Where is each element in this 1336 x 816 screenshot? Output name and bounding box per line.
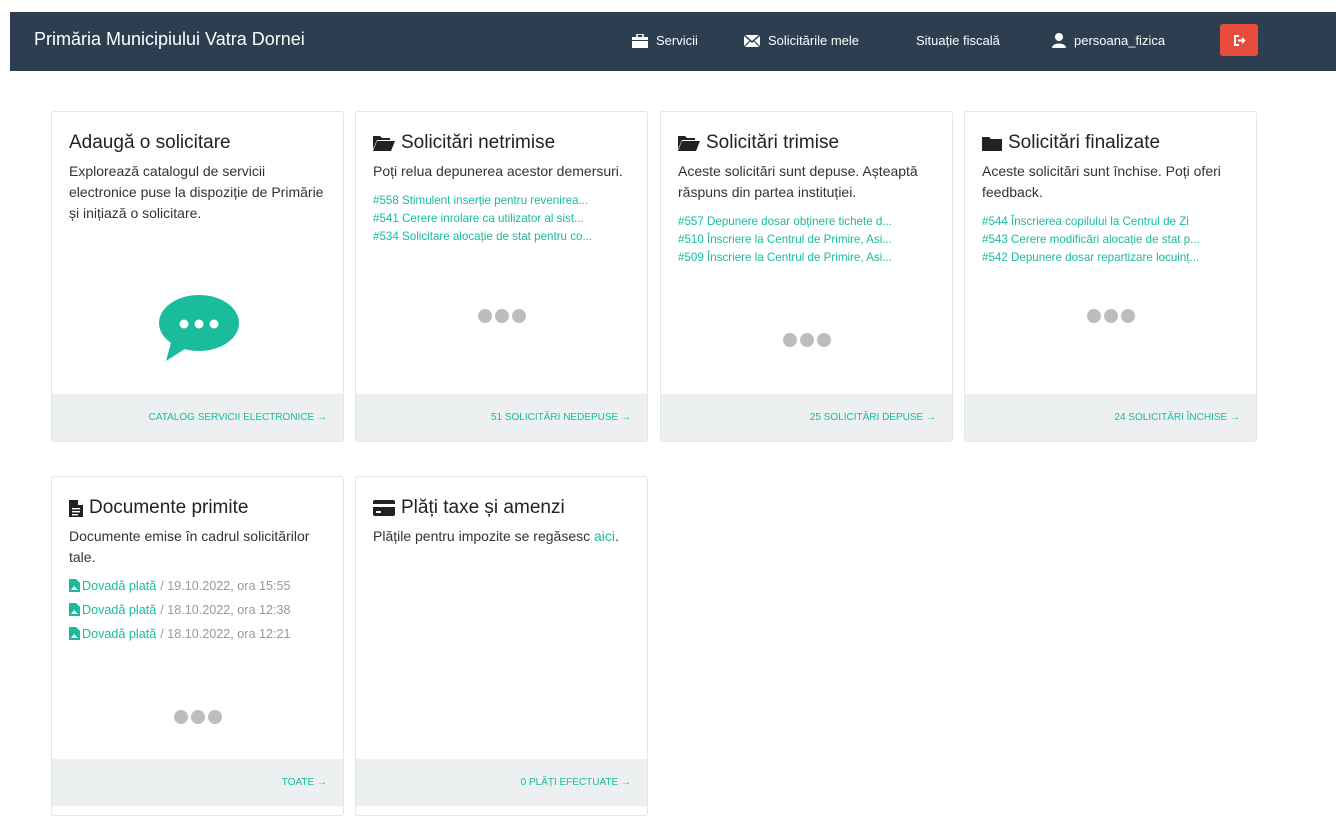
card-title: Adaugă o solicitare xyxy=(69,132,231,153)
document-date: / 19.10.2022, ora 15:55 xyxy=(160,579,291,593)
document-date: / 18.10.2022, ora 12:38 xyxy=(160,603,291,617)
card-closed-requests: Solicitări finalizate Aceste solicitări … xyxy=(964,111,1257,442)
card-payments: Plăți taxe și amenzi Plățile pentru impo… xyxy=(355,476,648,816)
unsent-requests-link[interactable]: 51 solicitări nedepuse → xyxy=(356,394,647,441)
document-row: Dovadă plată / 18.10.2022, ora 12:21 xyxy=(69,626,329,650)
card-description: Documente emise în cadrul solicitărilor … xyxy=(69,528,310,565)
document-row: Dovadă plată / 18.10.2022, ora 12:38 xyxy=(69,602,329,626)
brand-title[interactable]: Primăria Municipiului Vatra Dornei xyxy=(34,12,305,67)
nav-my-requests-label: Solicitările mele xyxy=(768,33,860,48)
document-link[interactable]: Dovadă plată xyxy=(82,626,156,642)
payments-link[interactable]: 0 plăți efectuate → xyxy=(356,759,647,806)
file-image-icon xyxy=(69,603,80,616)
catalog-link[interactable]: Catalog servicii electronice → xyxy=(52,394,343,441)
briefcase-icon xyxy=(632,33,648,48)
card-sent-requests: Solicitări trimise Aceste solicitări sun… xyxy=(660,111,953,442)
request-link[interactable]: #542 Depunere dosar repartizare locuinț.… xyxy=(982,249,1242,267)
chat-bubble-icon xyxy=(159,295,239,361)
envelope-icon xyxy=(744,34,760,47)
all-documents-link[interactable]: Toate → xyxy=(52,759,343,806)
card-title: Solicitări trimise xyxy=(678,130,938,156)
nav-user-label: persoana_fizica xyxy=(1074,33,1166,48)
more-icon[interactable] xyxy=(1087,309,1135,323)
nav-fiscal[interactable]: Situație fiscală xyxy=(916,12,1000,69)
request-link[interactable]: #541 Cerere inrolare ca utilizator al si… xyxy=(373,210,633,228)
folder-open-icon xyxy=(678,136,700,151)
card-description: Poți relua depunerea acestor demersuri. xyxy=(373,163,623,179)
card-add-request: Adaugă o solicitare Explorează catalogul… xyxy=(51,111,344,442)
request-link[interactable]: #510 Înscriere la Centrul de Primire, As… xyxy=(678,231,938,249)
taxes-link[interactable]: aici xyxy=(594,528,615,544)
card-title: Plăți taxe și amenzi xyxy=(373,495,633,521)
request-link[interactable]: #544 Înscrierea copilului la Centrul de … xyxy=(982,213,1242,231)
nav-services-label: Servicii xyxy=(656,33,698,48)
card-description: Plățile pentru impozite se regăsesc aici… xyxy=(373,528,619,544)
top-navbar: Primăria Municipiului Vatra Dornei Servi… xyxy=(10,12,1336,71)
credit-card-icon xyxy=(373,500,395,516)
document-date: / 18.10.2022, ora 12:21 xyxy=(160,627,291,641)
card-title: Documente primite xyxy=(69,495,329,521)
sent-requests-link[interactable]: 25 solicitări depuse → xyxy=(661,394,952,441)
more-icon[interactable] xyxy=(783,333,831,347)
request-link[interactable]: #558 Stimulent inserție pentru revenirea… xyxy=(373,192,633,210)
document-link[interactable]: Dovadă plată xyxy=(82,602,156,618)
nav-my-requests[interactable]: Solicitările mele xyxy=(744,12,859,69)
card-title: Solicitări finalizate xyxy=(982,130,1242,156)
more-icon[interactable] xyxy=(174,710,222,724)
logout-button[interactable] xyxy=(1220,24,1258,56)
card-received-documents: Documente primite Documente emise în cad… xyxy=(51,476,344,816)
folder-icon xyxy=(982,136,1002,151)
card-unsent-requests: Solicitări netrimise Poți relua depunere… xyxy=(355,111,648,442)
request-link[interactable]: #543 Cerere modificări alocație de stat … xyxy=(982,231,1242,249)
card-description: Explorează catalogul de servicii electro… xyxy=(69,163,324,221)
sign-out-icon xyxy=(1233,34,1245,46)
document-icon xyxy=(69,499,83,517)
request-link[interactable]: #534 Solicitare alocație de stat pentru … xyxy=(373,228,633,246)
folder-open-icon xyxy=(373,136,395,151)
nav-user[interactable]: persoana_fizica xyxy=(1052,12,1165,69)
card-description: Aceste solicitări sunt închise. Poți ofe… xyxy=(982,163,1221,200)
file-image-icon xyxy=(69,579,80,592)
file-image-icon xyxy=(69,627,80,640)
nav-fiscal-label: Situație fiscală xyxy=(916,33,1000,48)
user-icon xyxy=(1052,33,1066,48)
card-title: Solicitări netrimise xyxy=(373,130,633,156)
document-row: Dovadă plată / 19.10.2022, ora 15:55 xyxy=(69,578,329,602)
closed-requests-link[interactable]: 24 solicitări închise → xyxy=(965,394,1256,441)
document-link[interactable]: Dovadă plată xyxy=(82,578,156,594)
more-icon[interactable] xyxy=(478,309,526,323)
nav-services[interactable]: Servicii xyxy=(632,12,698,69)
request-link[interactable]: #509 Înscriere la Centrul de Primire, As… xyxy=(678,249,938,267)
request-link[interactable]: #557 Depunere dosar obținere tichete d..… xyxy=(678,213,938,231)
card-description: Aceste solicitări sunt depuse. Așteaptă … xyxy=(678,163,918,200)
